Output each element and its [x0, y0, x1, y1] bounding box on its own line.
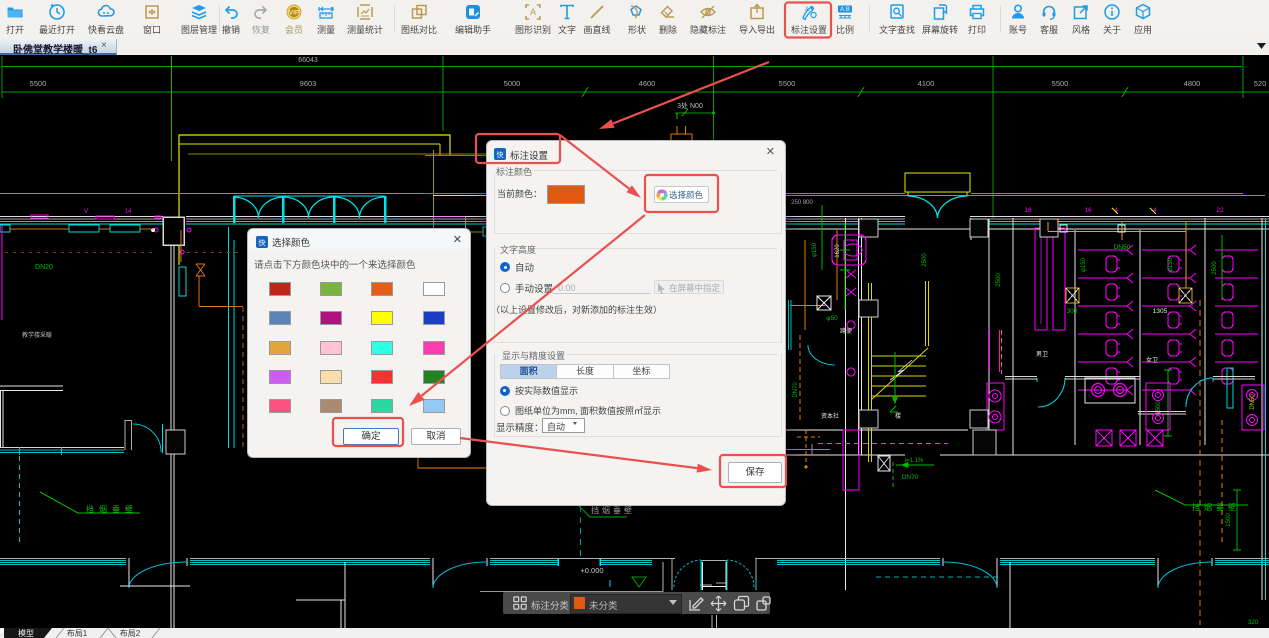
svg-text:蹲便: 蹲便: [840, 327, 852, 335]
svg-text:φ50: φ50: [826, 315, 838, 322]
svg-text:320: 320: [1248, 620, 1259, 626]
svg-text:女卫: 女卫: [1146, 356, 1158, 364]
svg-text:φ150: φ150: [1081, 257, 1087, 272]
svg-text:16: 16: [1084, 207, 1092, 214]
svg-text:250 800: 250 800: [791, 200, 813, 206]
svg-text:快: 快: [497, 150, 504, 159]
svg-text:A:B: A:B: [840, 7, 850, 13]
svg-text:9603: 9603: [300, 79, 317, 88]
svg-text:300: 300: [1067, 308, 1078, 315]
svg-text:5000: 5000: [504, 79, 521, 88]
svg-text:5500: 5500: [779, 79, 796, 88]
svg-text:520: 520: [1254, 79, 1267, 88]
svg-text:布局1: 布局1: [67, 628, 88, 638]
svg-text:V: V: [84, 209, 88, 215]
svg-text:1305: 1305: [1153, 308, 1168, 315]
svg-text:14: 14: [125, 209, 132, 215]
svg-text:2500: 2500: [1212, 261, 1218, 275]
svg-text:2500: 2500: [922, 253, 928, 267]
svg-text:挡烟垂壁: 挡烟垂壁: [591, 505, 635, 515]
svg-text:3处 N00: 3处 N00: [677, 101, 703, 110]
svg-text:16: 16: [1024, 207, 1032, 214]
svg-text:楼: 楼: [895, 412, 901, 420]
svg-text:5500: 5500: [1052, 79, 1069, 88]
svg-text:DN50: DN50: [1250, 394, 1256, 410]
svg-text:A: A: [805, 7, 809, 13]
svg-text:教学楼采暖: 教学楼采暖: [22, 331, 52, 339]
svg-text:φ150: φ150: [1168, 257, 1174, 272]
svg-text:4600: 4600: [639, 79, 656, 88]
svg-text:DN70: DN70: [902, 474, 919, 481]
svg-text:资本社: 资本社: [821, 412, 839, 420]
svg-text:1620: 1620: [835, 244, 841, 258]
svg-text:男卫: 男卫: [1036, 351, 1048, 358]
svg-text:5500: 5500: [30, 79, 47, 88]
svg-text:模型: 模型: [18, 628, 34, 638]
svg-text:4800: 4800: [1184, 79, 1201, 88]
svg-text:φ150: φ150: [812, 242, 818, 257]
svg-text:2500: 2500: [996, 273, 1002, 287]
svg-text:快: 快: [259, 238, 266, 247]
svg-text:挡烟垂壁: 挡烟垂壁: [86, 504, 138, 514]
svg-text:DN20: DN20: [35, 264, 53, 271]
svg-text:DN50: DN50: [1114, 244, 1131, 251]
svg-text:+0.000: +0.000: [580, 566, 603, 575]
svg-text:布局2: 布局2: [120, 628, 141, 638]
svg-text:DN70: DN70: [793, 382, 799, 398]
svg-text:4100: 4100: [918, 79, 935, 88]
svg-text:1500: 1500: [1226, 513, 1232, 527]
svg-text:挡烟垂壁: 挡烟垂壁: [1192, 502, 1240, 512]
svg-text:66043: 66043: [298, 57, 318, 64]
svg-text:22: 22: [1216, 207, 1224, 214]
